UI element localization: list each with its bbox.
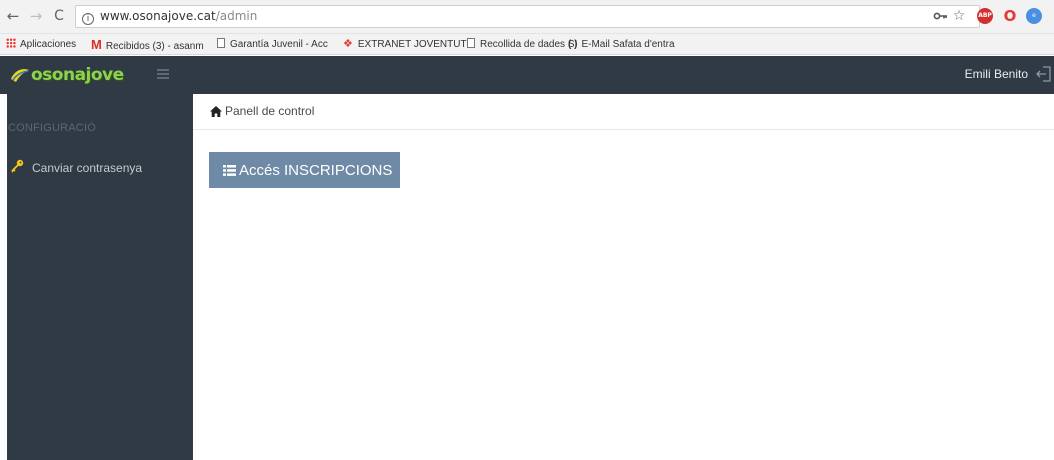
extension-icon: ❖ — [343, 38, 353, 50]
logo-leaf-icon — [11, 69, 29, 82]
opera-icon[interactable]: O — [1002, 8, 1018, 24]
sidebar-item-change-password[interactable]: Canviar contrasenya — [7, 158, 193, 180]
sidebar-item-label: Canviar contrasenya — [32, 161, 143, 175]
main-content: Panell de control Accés INSCRIPCIONS — [193, 94, 1054, 460]
bookmark-label: E-Mail Safata d'entra — [581, 39, 675, 50]
app-topbar: osonajove Emili Benito — [0, 56, 1054, 94]
bookmark-label: Garantía Juvenil - Acc — [230, 39, 328, 50]
sidebar: CONFIGURACIÓ Canviar contrasenya — [7, 94, 193, 460]
browser-toolbar: ← → C i www.osonajove.cat/admin ☆ ABP O e — [0, 0, 1054, 34]
bookmark-star-icon[interactable]: ☆ — [951, 8, 967, 24]
back-arrow-icon[interactable]: ← — [4, 7, 22, 25]
bookmark-label: Recollida de dades SI — [480, 39, 578, 50]
bookmark-extranet[interactable]: ❖ EXTRANET JOVENTUT — [343, 37, 467, 52]
forward-arrow-icon[interactable]: → — [27, 7, 45, 25]
apps-grid-icon — [6, 38, 16, 48]
bookmark-recollida[interactable]: Recollida de dades SI — [467, 37, 577, 52]
sidebar-section-title: CONFIGURACIÓ — [8, 122, 96, 134]
breadcrumb: Panell de control — [193, 94, 1054, 130]
password-key-icon[interactable] — [933, 8, 949, 24]
list-icon — [223, 164, 236, 176]
bookmark-label: Aplicaciones — [20, 39, 77, 50]
button-label: Accés INSCRIPCIONS — [239, 161, 393, 179]
bookmark-email[interactable]: ( ) E-Mail Safata d'entra — [568, 37, 675, 52]
bookmark-label: EXTRANET JOVENTUT — [357, 39, 467, 50]
bookmark-label: Recibidos (3) - asanm — [105, 41, 204, 52]
menu-toggle-icon[interactable] — [157, 69, 169, 79]
access-inscripcions-button[interactable]: Accés INSCRIPCIONS — [209, 152, 400, 188]
page-icon — [217, 38, 225, 48]
bookmarks-bar: Aplicaciones M Recibidos (3) - asanm Gara… — [0, 34, 1054, 55]
bookmark-gmail[interactable]: M Recibidos (3) - asanm — [91, 37, 204, 52]
bookmark-garantia[interactable]: Garantía Juvenil - Acc — [217, 37, 328, 52]
extension-blue-icon[interactable]: e — [1026, 8, 1042, 24]
breadcrumb-label[interactable]: Panell de control — [225, 104, 314, 118]
logo-text: osonajove — [31, 65, 124, 85]
info-icon[interactable]: i — [82, 13, 94, 25]
address-bar[interactable]: i www.osonajove.cat/admin — [75, 5, 980, 28]
gmail-icon: M — [91, 37, 102, 52]
page-icon — [467, 38, 475, 48]
parentheses-icon: ( ) — [568, 39, 578, 50]
url-host: www.osonajove.cat — [100, 9, 216, 23]
adblock-plus-icon[interactable]: ABP — [977, 8, 993, 24]
url-path: /admin — [215, 9, 258, 23]
home-icon[interactable] — [210, 106, 222, 117]
logout-icon[interactable] — [1036, 65, 1052, 83]
bookmark-apps[interactable]: Aplicaciones — [6, 37, 76, 52]
key-icon — [11, 159, 24, 173]
reload-icon[interactable]: C — [50, 7, 68, 25]
user-name[interactable]: Emili Benito — [965, 67, 1028, 81]
